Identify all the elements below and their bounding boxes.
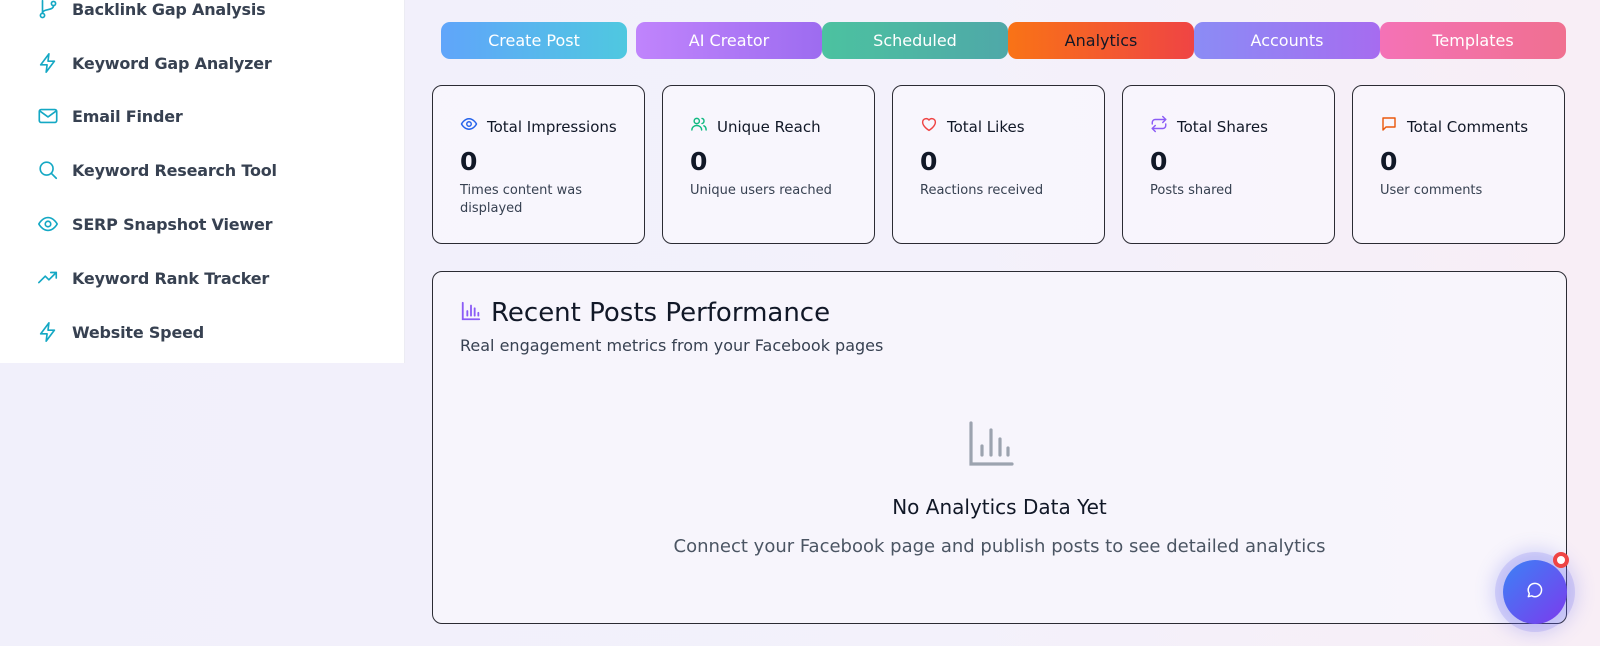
recent-posts-performance-panel: Recent Posts Performance Real engagement…: [432, 271, 1567, 624]
stat-card-total-comments: Total Comments 0 User comments: [1352, 85, 1565, 244]
stat-description: Unique users reached: [690, 183, 832, 198]
chat-button[interactable]: [1503, 560, 1567, 624]
mail-icon: [36, 104, 60, 128]
comment-icon: [1380, 115, 1398, 138]
stat-title: Total Comments: [1407, 117, 1529, 136]
eye-icon: [460, 115, 478, 138]
sidebar-item-keyword-research-tool[interactable]: Keyword Research Tool: [36, 155, 277, 185]
sidebar-item-website-speed[interactable]: Website Speed: [36, 317, 204, 347]
sidebar-item-email-finder[interactable]: Email Finder: [36, 101, 183, 131]
sidebar-item-keyword-rank-tracker[interactable]: Keyword Rank Tracker: [36, 263, 269, 293]
stat-description: Times content was displayed: [460, 183, 582, 216]
sidebar-item-label: SERP Snapshot Viewer: [72, 214, 273, 234]
chat-icon: [1525, 580, 1545, 605]
lightning-icon: [36, 320, 60, 344]
notification-badge: [1553, 552, 1569, 568]
tab-scheduled[interactable]: Scheduled: [822, 22, 1008, 59]
tab-templates[interactable]: Templates: [1380, 22, 1566, 59]
tab-ai-creator[interactable]: AI Creator: [636, 22, 822, 59]
sidebar-item-label: Website Speed: [72, 322, 204, 342]
sidebar-item-label: Keyword Research Tool: [72, 160, 277, 180]
panel-title: Recent Posts Performance: [491, 298, 831, 328]
panel-subtitle: Real engagement metrics from your Facebo…: [460, 336, 884, 355]
stat-value: 0: [460, 147, 478, 176]
stat-description: Reactions received: [920, 183, 1044, 198]
heart-icon: [920, 115, 938, 138]
stat-title: Total Likes: [947, 117, 1025, 136]
bar-chart-icon: [967, 420, 1015, 468]
stat-value: 0: [690, 147, 708, 176]
stat-card-total-shares: Total Shares 0 Posts shared: [1122, 85, 1335, 244]
users-icon: [690, 115, 708, 138]
tab-analytics[interactable]: Analytics: [1008, 22, 1194, 59]
stat-title: Unique Reach: [717, 117, 821, 136]
eye-icon: [36, 212, 60, 236]
lightning-icon: [36, 51, 60, 75]
sidebar-item-label: Backlink Gap Analysis: [72, 0, 266, 19]
tab-accounts[interactable]: Accounts: [1194, 22, 1380, 59]
sidebar: Backlink Gap Analysis Keyword Gap Analyz…: [0, 0, 405, 363]
stat-title: Total Shares: [1177, 117, 1268, 136]
search-icon: [36, 158, 60, 182]
sidebar-item-serp-snapshot-viewer[interactable]: SERP Snapshot Viewer: [36, 209, 273, 239]
bar-chart-icon: [460, 300, 482, 327]
stat-value: 0: [1380, 147, 1398, 176]
empty-state-subtitle: Connect your Facebook page and publish p…: [673, 536, 1326, 557]
sidebar-item-keyword-gap-analyzer[interactable]: Keyword Gap Analyzer: [36, 48, 272, 78]
stat-card-total-impressions: Total Impressions 0 Times content was di…: [432, 85, 645, 244]
stat-card-unique-reach: Unique Reach 0 Unique users reached: [662, 85, 875, 244]
sidebar-item-label: Keyword Gap Analyzer: [72, 53, 272, 73]
stat-description: Posts shared: [1150, 183, 1233, 198]
sidebar-item-label: Keyword Rank Tracker: [72, 268, 270, 288]
stat-card-total-likes: Total Likes 0 Reactions received: [892, 85, 1105, 244]
stat-value: 0: [920, 147, 938, 176]
repeat-icon: [1150, 115, 1168, 138]
sidebar-item-label: Email Finder: [72, 106, 183, 126]
empty-state-title: No Analytics Data Yet: [892, 495, 1107, 519]
branch-icon: [36, 0, 60, 21]
trending-up-icon: [36, 266, 60, 290]
stat-value: 0: [1150, 147, 1168, 176]
stat-title: Total Impressions: [487, 117, 617, 136]
stat-description: User comments: [1380, 183, 1483, 198]
sidebar-item-backlink-gap-analysis[interactable]: Backlink Gap Analysis: [36, 0, 266, 24]
tab-create-post[interactable]: Create Post: [441, 22, 627, 59]
